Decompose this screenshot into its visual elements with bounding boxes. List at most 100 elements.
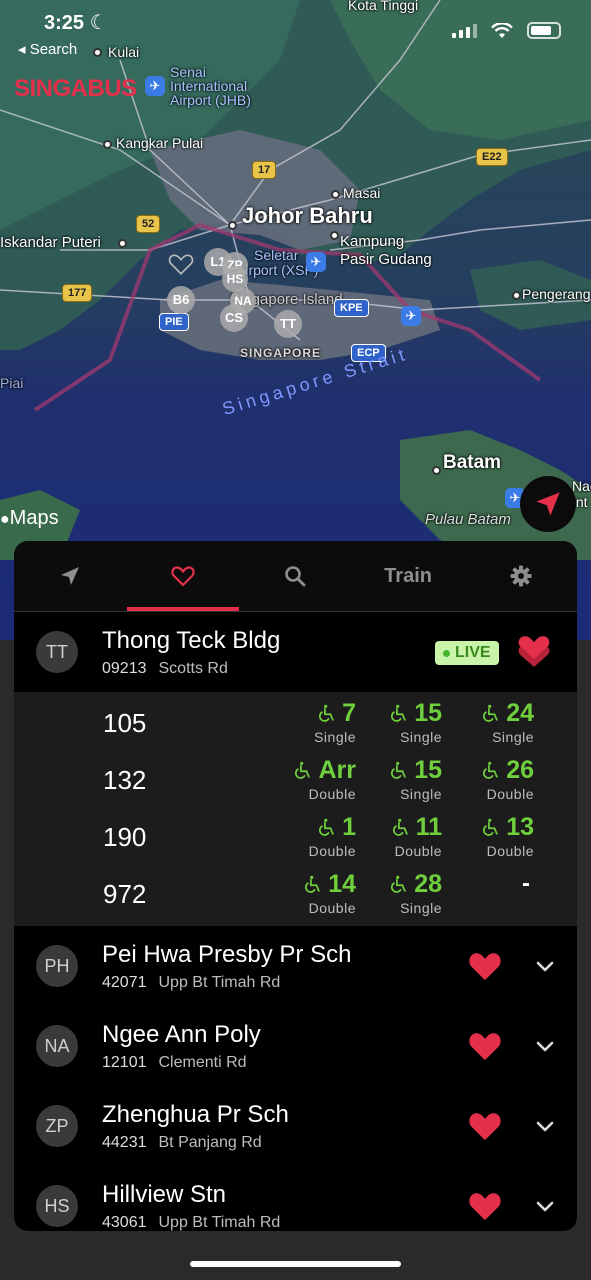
search-icon	[285, 566, 306, 587]
maps-credit[interactable]: ●Maps	[0, 507, 59, 530]
stop-pin[interactable]: CS	[220, 304, 248, 332]
stop-avatar: PH	[36, 945, 78, 987]
wheelchair-icon	[305, 875, 320, 893]
bus-deck-type: Double	[486, 786, 534, 802]
bus-deck-type: Double	[308, 786, 356, 802]
tab-search[interactable]	[239, 541, 352, 611]
city-dot	[118, 239, 127, 248]
city-dot	[512, 291, 521, 300]
bus-deck-type: Single	[314, 729, 356, 745]
arrival-slot: 26 Double	[434, 756, 534, 802]
stop-road: Clementi Rd	[158, 1053, 247, 1071]
service-row[interactable]: 105 7 Single 15 Single 24 Single	[14, 694, 577, 751]
stop-row[interactable]: HS Hillview Stn 43061 Upp Bt Timah Rd	[14, 1166, 577, 1231]
favorite-button[interactable]	[468, 1190, 502, 1227]
wheelchair-icon	[483, 761, 498, 779]
tab-train[interactable]: Train	[352, 541, 465, 611]
heart-icon	[469, 1193, 501, 1221]
arrival-slot: Arr Double	[256, 756, 356, 802]
back-to-search-link[interactable]: ◂ Search	[18, 40, 77, 58]
service-row[interactable]: 132 Arr Double 15 Single 26 Double	[14, 751, 577, 808]
arrival-slot: 28 Single	[342, 870, 442, 916]
favorite-button[interactable]	[468, 1030, 502, 1067]
bus-deck-type: Single	[492, 729, 534, 745]
map-label: Pasir Gudang	[340, 251, 432, 268]
tab-nearby[interactable]	[14, 541, 127, 611]
stop-row-expanded[interactable]: TT Thong Teck Bldg 09213 Scotts Rd LIVE	[14, 612, 577, 692]
home-indicator[interactable]	[190, 1261, 401, 1267]
app-logo: SINGABUS	[14, 75, 137, 102]
bus-deck-type: Single	[400, 900, 442, 916]
moon-icon: ☾	[89, 12, 108, 34]
stop-code: 09213	[102, 659, 147, 677]
bus-deck-type: Double	[308, 843, 356, 859]
wheelchair-icon	[392, 818, 408, 836]
road-shield: 17	[252, 161, 277, 179]
favorite-stops-list: PH Pei Hwa Presby Pr Sch 42071 Upp Bt Tim…	[14, 926, 577, 1231]
road-shield: KPE	[334, 299, 369, 317]
cellular-signal-icon	[452, 23, 477, 38]
chevron-down-icon[interactable]	[535, 1036, 555, 1056]
city-dot	[228, 221, 237, 230]
battery-icon	[527, 22, 561, 39]
road-shield: PIE	[159, 313, 189, 331]
stop-pin[interactable]: B6	[167, 286, 195, 314]
arrival-slot: 11 Double	[342, 813, 442, 859]
airport-icon: ✈	[306, 252, 326, 272]
airport-icon: ✈	[401, 306, 421, 326]
locate-me-button[interactable]	[520, 476, 576, 532]
arrival-slot: 15 Single	[342, 699, 442, 745]
service-number: 132	[103, 765, 147, 795]
tab-bar: Train	[14, 541, 577, 612]
wifi-icon	[491, 22, 513, 38]
chevron-down-icon[interactable]	[535, 1196, 555, 1216]
map-label: Kampung	[340, 233, 405, 250]
favorite-button[interactable]	[516, 634, 552, 675]
map-label: Pulau Batam	[425, 511, 511, 528]
service-number: 105	[103, 708, 147, 738]
service-number: 190	[103, 822, 147, 852]
heart-icon	[171, 566, 195, 587]
arrival-minutes: 13	[506, 813, 534, 841]
favorite-button[interactable]	[468, 950, 502, 987]
road-shield: 52	[136, 215, 161, 233]
arrival-slot: 24 Single	[434, 699, 534, 745]
wheelchair-icon	[483, 818, 498, 836]
map-label: Seletar	[254, 247, 299, 263]
map-label: Kulai	[108, 44, 140, 60]
bus-deck-type: Double	[308, 900, 356, 916]
service-row[interactable]: 972 14 Double 28 Single -	[14, 865, 577, 922]
stop-code: 44231	[102, 1133, 147, 1151]
map-label: Nac	[572, 478, 591, 494]
map-label: Masai	[343, 185, 381, 201]
location-arrow-icon	[536, 492, 560, 516]
stop-avatar: ZP	[36, 1105, 78, 1147]
favorites-panel: Train TT Thong Teck Bldg 09213 Scotts Rd …	[14, 541, 577, 1231]
stop-road: Scotts Rd	[158, 659, 228, 677]
chevron-down-icon[interactable]	[535, 956, 555, 976]
stop-road: Upp Bt Timah Rd	[158, 973, 281, 991]
road-shield: 177	[62, 284, 93, 302]
heart-stack-icon	[518, 636, 550, 667]
map-label: Airport (JHB)	[170, 92, 251, 108]
stop-row[interactable]: PH Pei Hwa Presby Pr Sch 42071 Upp Bt Tim…	[14, 926, 577, 1006]
arrivals-table: 105 7 Single 15 Single 24 Single 132 Arr Double 15…	[14, 692, 577, 926]
chevron-down-icon[interactable]	[535, 1116, 555, 1136]
arrival-none: -	[522, 870, 530, 897]
service-row[interactable]: 190 1 Double 11 Double 13 Double	[14, 808, 577, 865]
wheelchair-icon	[295, 761, 311, 779]
stop-row[interactable]: ZP Zhenghua Pr Sch 44231 Bt Panjang Rd	[14, 1086, 577, 1166]
arrival-slot: 13 Double	[434, 813, 534, 859]
wheelchair-icon	[391, 875, 406, 893]
stop-row[interactable]: NA Ngee Ann Poly 12101 Clementi Rd	[14, 1006, 577, 1086]
tab-settings[interactable]	[464, 541, 577, 611]
favorite-button[interactable]	[468, 1110, 502, 1147]
stop-road: Upp Bt Timah Rd	[158, 1213, 281, 1231]
city-dot	[331, 190, 340, 199]
map-label: Iskandar Puteri	[0, 234, 101, 251]
stop-code: 43061	[102, 1213, 147, 1231]
tab-favorites[interactable]	[126, 541, 240, 611]
stop-pin[interactable]: TT	[274, 310, 302, 338]
wheelchair-icon	[319, 818, 334, 836]
stop-avatar: NA	[36, 1025, 78, 1067]
